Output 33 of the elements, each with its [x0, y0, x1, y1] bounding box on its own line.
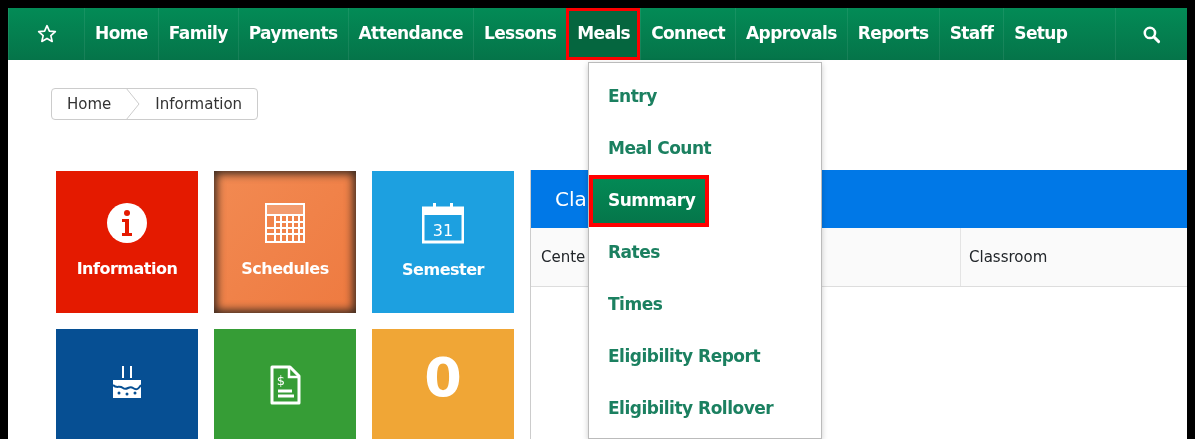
nav-link[interactable]: Meals: [566, 8, 641, 60]
info-icon: [107, 203, 147, 243]
nav-link[interactable]: Staff: [938, 8, 1004, 60]
breadcrumb-link[interactable]: Home: [52, 92, 127, 116]
nav-link[interactable]: Payments: [237, 8, 348, 60]
tile-label: Schedules: [241, 258, 329, 280]
document-icon: $: [268, 365, 302, 405]
menu-item[interactable]: Entry: [589, 71, 821, 123]
dashboard-tile[interactable]: 31 Semester: [372, 171, 514, 313]
nav-link[interactable]: Reports: [846, 8, 939, 60]
menu-item[interactable]: Eligibility Report: [589, 331, 821, 383]
tile-label: Information: [76, 258, 178, 280]
menu-item[interactable]: Summary: [589, 175, 709, 227]
nav-link[interactable]: Home: [84, 8, 158, 60]
count-number: 0: [424, 351, 462, 405]
calendar-grid-icon: [265, 203, 305, 243]
dashboard-tile[interactable]: Schedules: [214, 171, 356, 313]
menu-item[interactable]: Eligibility Rollover: [589, 383, 821, 435]
nav-link[interactable]: Approvals: [735, 8, 847, 60]
search-icon: [1142, 24, 1161, 44]
dashboard-tile[interactable]: Information: [56, 171, 198, 313]
nav-link[interactable]: Connect: [640, 8, 736, 60]
dashboard-tile[interactable]: [56, 329, 198, 439]
cake-icon: [111, 365, 143, 399]
tile-label: Semester: [402, 259, 484, 281]
menu-item[interactable]: Rates: [589, 227, 821, 279]
column-header: Classroom: [968, 246, 1048, 268]
nav-link[interactable]: Attendance: [347, 8, 473, 60]
star-icon: [36, 24, 57, 44]
nav-link[interactable]: Family: [157, 8, 238, 60]
breadcrumb-link[interactable]: Information: [140, 92, 258, 116]
nav-link[interactable]: Setup: [1003, 8, 1078, 60]
dashboard-tile[interactable]: $: [214, 329, 356, 439]
